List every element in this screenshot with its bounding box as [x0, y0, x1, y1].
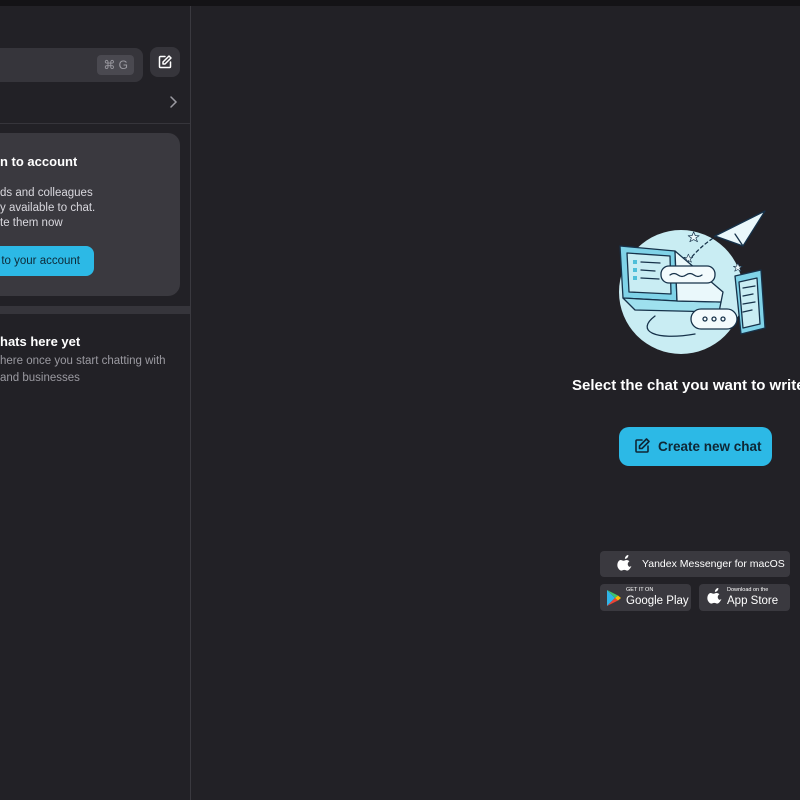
- chat-sidebar: ⌘ G n to account ds and colleagues y ava…: [0, 6, 191, 800]
- macos-download-button[interactable]: Yandex Messenger for macOS: [600, 551, 790, 577]
- signin-button[interactable]: to your account: [0, 246, 94, 276]
- create-new-chat-label: Create new chat: [658, 439, 762, 454]
- app-store-badge[interactable]: Download on the App Store: [699, 584, 790, 611]
- folder-row[interactable]: [0, 86, 190, 124]
- empty-chats-title: hats here yet: [0, 334, 81, 349]
- search-field[interactable]: ⌘ G: [0, 48, 143, 84]
- create-new-chat-button[interactable]: Create new chat: [619, 427, 772, 466]
- signin-card-line-3: te them now: [0, 217, 63, 229]
- macos-download-label: Yandex Messenger for macOS: [642, 558, 785, 570]
- app-store-small-text: Download on the: [727, 587, 769, 593]
- google-play-badge[interactable]: GET IT ON Google Play: [600, 584, 691, 611]
- signin-card: n to account ds and colleagues y availab…: [0, 133, 180, 296]
- google-play-icon: [607, 590, 621, 606]
- chevron-right-icon: [170, 96, 178, 108]
- empty-chats-line-2: and businesses: [0, 372, 80, 384]
- empty-chats-line-1: here once you start chatting with: [0, 355, 166, 367]
- signin-card-title: n to account: [0, 154, 78, 169]
- compose-icon: [158, 55, 172, 69]
- signin-card-line-1: ds and colleagues: [0, 187, 93, 199]
- google-play-small-text: GET IT ON: [626, 587, 654, 593]
- select-chat-prompt: Select the chat you want to write: [572, 377, 800, 394]
- chat-illustration: [619, 210, 766, 354]
- signin-card-line-2: y available to chat.: [0, 202, 96, 214]
- section-divider: [0, 306, 190, 314]
- main-pane: Select the chat you want to write Create…: [191, 6, 800, 800]
- google-play-big-text: Google Play: [626, 595, 689, 607]
- apple-icon: [617, 555, 632, 571]
- compose-button[interactable]: [150, 47, 180, 77]
- apple-icon: [707, 588, 722, 604]
- edit-icon: [635, 438, 650, 453]
- search-shortcut-badge: ⌘ G: [97, 55, 134, 75]
- app-store-big-text: App Store: [727, 595, 779, 607]
- search-input[interactable]: [4, 48, 78, 84]
